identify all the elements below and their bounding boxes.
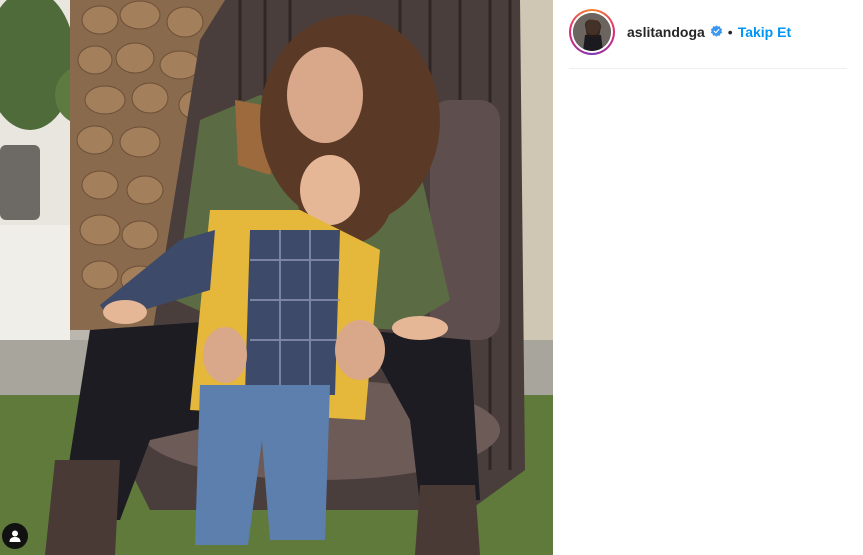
follow-button[interactable]: Takip Et — [738, 24, 791, 40]
verified-badge-icon — [710, 25, 723, 38]
separator-dot: • — [727, 23, 733, 40]
username-link[interactable]: aslitandoga — [627, 24, 705, 40]
avatar-photo — [573, 12, 611, 51]
avatar-image — [573, 12, 611, 51]
post-header: aslitandoga • Takip Et — [569, 8, 847, 69]
avatar[interactable] — [569, 8, 615, 55]
user-tag-icon[interactable] — [2, 523, 28, 549]
post-image[interactable] — [0, 0, 553, 555]
post-photo — [0, 0, 553, 555]
post-side-panel: aslitandoga • Takip Et — [553, 0, 863, 555]
avatar-inner — [571, 10, 613, 53]
user-line: aslitandoga • Takip Et — [627, 24, 791, 40]
person-glyph-icon — [9, 530, 21, 542]
